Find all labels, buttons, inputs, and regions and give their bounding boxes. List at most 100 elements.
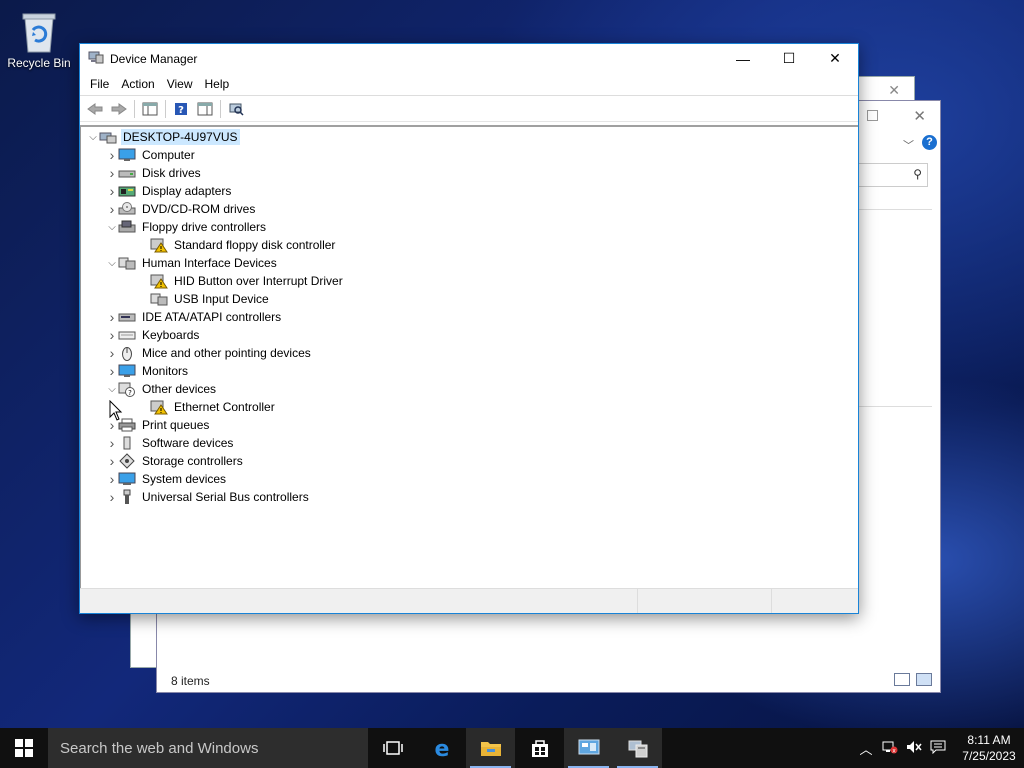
tree-node[interactable]: ⌵ Human Interface Devices [81, 254, 858, 272]
tree-node[interactable]: ⌵ DESKTOP-4U97VUS [81, 128, 858, 146]
chevron-right-icon[interactable]: › [106, 201, 118, 217]
menu-view[interactable]: View [161, 77, 199, 91]
chevron-right-icon[interactable]: › [106, 183, 118, 199]
chevron-right-icon[interactable]: › [106, 453, 118, 469]
chevron-right-icon[interactable]: › [106, 345, 118, 361]
tree-node[interactable]: › IDE ATA/ATAPI controllers [81, 308, 858, 326]
tree-node[interactable]: USB Input Device [81, 290, 858, 308]
chevron-right-icon[interactable]: › [106, 309, 118, 325]
tree-node[interactable]: › Computer [81, 146, 858, 164]
tree-node[interactable]: › Storage controllers [81, 452, 858, 470]
chevron-right-icon[interactable]: › [106, 363, 118, 379]
warning-device-icon [150, 399, 168, 415]
monitor-icon [118, 363, 136, 379]
view-switcher [894, 673, 932, 686]
tree-node[interactable]: › Display adapters [81, 182, 858, 200]
chevron-down-icon[interactable]: ⌵ [106, 258, 118, 269]
search-icon: ⚲ [913, 167, 922, 181]
software-device-icon [118, 435, 136, 451]
computer-root-icon [99, 129, 117, 145]
recycle-bin-desktop-icon[interactable]: Recycle Bin [6, 8, 72, 70]
menu-file[interactable]: File [84, 77, 115, 91]
tree-node[interactable]: HID Button over Interrupt Driver [81, 272, 858, 290]
chevron-right-icon[interactable]: › [106, 327, 118, 343]
tree-node[interactable]: ⌵? Other devices [81, 380, 858, 398]
forward-arrow-icon [111, 102, 127, 115]
tree-node[interactable]: › Print queues [81, 416, 858, 434]
minimize-button[interactable]: — [720, 44, 766, 73]
tree-node-label: Human Interface Devices [142, 256, 277, 270]
chevron-up-icon[interactable]: ︿ [854, 739, 878, 758]
device-manager-app-icon [88, 50, 104, 67]
tree-node[interactable]: Standard floppy disk controller [81, 236, 858, 254]
edge-browser-icon: e [434, 737, 449, 759]
tree-node[interactable]: › DVD/CD-ROM drives [81, 200, 858, 218]
control-panel-taskbar-button[interactable] [564, 728, 613, 768]
start-button[interactable] [0, 728, 48, 768]
close-button[interactable]: ✕ [812, 44, 858, 73]
tree-node[interactable]: › System devices [81, 470, 858, 488]
menu-action[interactable]: Action [115, 77, 160, 91]
chevron-down-icon[interactable]: ﹀ [903, 137, 914, 153]
back-button[interactable] [84, 99, 106, 119]
chevron-right-icon[interactable]: › [106, 165, 118, 181]
details-view-icon[interactable] [894, 673, 910, 686]
edge-taskbar-button[interactable]: e [417, 728, 466, 768]
console-tree-icon [142, 102, 158, 115]
chevron-right-icon[interactable]: › [106, 435, 118, 451]
chevron-right-icon[interactable]: › [106, 489, 118, 505]
file-explorer-taskbar-button[interactable] [466, 728, 515, 768]
keyboard-icon [118, 327, 136, 343]
show-hide-action-pane-button[interactable] [194, 99, 216, 119]
toolbar: ? [80, 95, 858, 122]
close-icon[interactable]: ✕ [888, 82, 900, 99]
store-taskbar-button[interactable] [515, 728, 564, 768]
chevron-down-icon[interactable]: ⌵ [106, 222, 118, 233]
task-view-button[interactable] [368, 728, 417, 768]
chevron-right-icon[interactable]: › [106, 147, 118, 163]
menu-help[interactable]: Help [199, 77, 236, 91]
forward-button[interactable] [108, 99, 130, 119]
tree-node[interactable]: › Disk drives [81, 164, 858, 182]
title-bar[interactable]: Device Manager — ☐ ✕ [80, 44, 858, 73]
help-icon[interactable]: ? [922, 135, 937, 150]
svg-text:?: ? [128, 389, 132, 397]
tree-node[interactable]: › Monitors [81, 362, 858, 380]
network-error-icon[interactable]: x [878, 740, 902, 757]
tree-node[interactable]: Ethernet Controller [81, 398, 858, 416]
storage-controller-icon [118, 453, 136, 469]
help-button[interactable]: ? [170, 99, 192, 119]
taskbar-clock[interactable]: 8:11 AM 7/25/2023 [954, 732, 1024, 764]
tree-node[interactable]: › Keyboards [81, 326, 858, 344]
tree-node-label: Ethernet Controller [174, 400, 275, 414]
device-manager-icon [628, 740, 647, 758]
action-center-icon[interactable] [926, 740, 950, 757]
maximize-icon[interactable] [867, 110, 878, 121]
monitor-icon [118, 147, 136, 163]
device-tree-pane[interactable]: ⌵ DESKTOP-4U97VUS › Computer › Disk drives › Di… [80, 125, 858, 588]
tree-node[interactable]: ⌵ Floppy drive controllers [81, 218, 858, 236]
tree-node[interactable]: › Universal Serial Bus controllers [81, 488, 858, 506]
scan-hardware-changes-button[interactable] [225, 99, 247, 119]
show-hide-console-tree-button[interactable] [139, 99, 161, 119]
tree-node-label: Disk drives [142, 166, 201, 180]
device-manager-taskbar-button[interactable] [613, 728, 662, 768]
tree-node-label: Print queues [142, 418, 210, 432]
chevron-down-icon[interactable]: ⌵ [106, 384, 118, 395]
chevron-down-icon[interactable]: ⌵ [87, 132, 99, 143]
close-icon[interactable]: ✕ [913, 107, 926, 125]
close-icon: ✕ [829, 50, 841, 66]
mouse-icon [118, 345, 136, 361]
dvd-icon [118, 201, 136, 217]
volume-muted-icon[interactable] [902, 740, 926, 757]
tree-node[interactable]: › Software devices [81, 434, 858, 452]
tree-node[interactable]: › Mice and other pointing devices [81, 344, 858, 362]
chevron-right-icon[interactable]: › [106, 471, 118, 487]
taskbar-search-box[interactable]: Search the web and Windows [48, 728, 368, 768]
scan-hardware-icon [229, 103, 244, 116]
tree-node-label: DESKTOP-4U97VUS [121, 129, 240, 145]
maximize-button[interactable]: ☐ [766, 44, 812, 73]
device-manager-window[interactable]: Device Manager — ☐ ✕ File Action View He… [79, 43, 859, 614]
large-icons-view-icon[interactable] [916, 673, 932, 686]
task-view-icon [382, 741, 403, 755]
